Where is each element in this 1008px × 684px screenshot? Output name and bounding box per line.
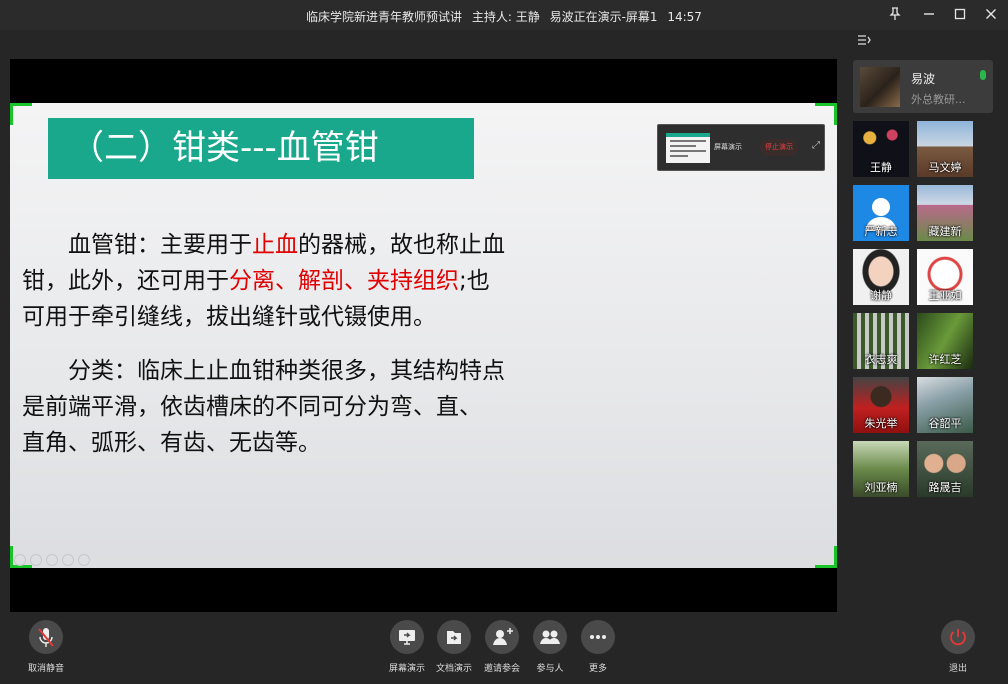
document-share-icon: [447, 631, 461, 644]
text-run: 血管钳：主要用于: [22, 232, 252, 258]
slide-controls: [14, 551, 94, 566]
presenter-org: 外总教研...: [911, 93, 966, 106]
unmute-label: 取消静音: [27, 664, 64, 674]
meeting-title: 临床学院新进青年教师预试讲: [306, 10, 463, 24]
shared-screen: （二）钳类---血管钳 血管钳：主要用于止血的器械，故也称止血 钳，此外，还可用…: [10, 59, 837, 612]
pen-icon[interactable]: [46, 554, 58, 566]
stop-presenting-button[interactable]: 停止演示: [760, 139, 798, 156]
slide-next-icon[interactable]: [30, 554, 42, 566]
participant-tile[interactable]: 谷韶平: [917, 377, 973, 433]
participant-sidebar: 易波 外总教研... 王静 马文婷 严新志 藏建新 谢静 王亚如 衣志爽 许红芝: [845, 30, 1008, 620]
participant-list-icon[interactable]: [857, 34, 871, 50]
add-user-icon: [493, 628, 513, 645]
participant-name: 马文婷: [928, 161, 962, 174]
participant-name: 藏建新: [928, 225, 962, 238]
participant-tile[interactable]: 朱光举: [853, 377, 909, 433]
participant-tile[interactable]: 王亚如: [917, 249, 973, 305]
more-icon: [590, 635, 606, 639]
participant-tile[interactable]: 衣志爽: [853, 313, 909, 369]
highlight-text: 分离、解剖、夹持组织: [229, 268, 459, 294]
slide-prev-icon[interactable]: [14, 554, 26, 566]
highlight-text: 止血: [252, 232, 298, 258]
participant-name: 朱光举: [864, 417, 898, 430]
participant-name: 许红芝: [928, 353, 962, 366]
participant-tile[interactable]: 严新志: [853, 185, 909, 241]
participant-tile[interactable]: 王静: [853, 121, 909, 177]
participant-name: 谷韶平: [928, 417, 962, 430]
participant-tile[interactable]: 刘亚楠: [853, 441, 909, 497]
mic-active-icon: [980, 70, 986, 80]
participant-name: 衣志爽: [864, 353, 898, 366]
host-label: 主持人: 王静: [471, 10, 540, 24]
clock: 14:57: [667, 10, 702, 24]
text-run: 是前端平滑，依齿槽床的不同可分为弯、直、: [22, 394, 482, 420]
participant-name: 王亚如: [928, 289, 962, 302]
text-run: 分类：临床上止血钳种类很多，其结构特点: [22, 358, 505, 384]
participant-name: 严新志: [864, 225, 898, 238]
leave-meeting-button[interactable]: 退出: [928, 620, 988, 674]
participant-tile[interactable]: 谢静: [853, 249, 909, 305]
preview-label: 屏幕演示: [714, 143, 742, 151]
text-run: 的器械，故也称止血: [298, 232, 505, 258]
slide-more-icon[interactable]: [78, 554, 90, 566]
presenter-name: 易波: [911, 72, 936, 86]
meeting-toolbar: 取消静音 屏幕演示 文档演示 邀请参会 参与人 更多 退出: [0, 612, 1008, 684]
title-bar: 临床学院新进青年教师预试讲 主持人: 王静 易波正在演示-屏幕1 14:57: [0, 0, 1008, 30]
preview-thumbnail: [666, 133, 710, 163]
text-run: ;也: [459, 268, 490, 294]
avatar: [860, 67, 900, 107]
minimize-icon[interactable]: [918, 4, 940, 24]
participant-tile[interactable]: 藏建新: [917, 185, 973, 241]
expand-icon[interactable]: ⤢: [812, 140, 820, 151]
frame-corner: [10, 103, 32, 125]
close-icon[interactable]: [980, 4, 1002, 24]
text-run: 可用于牵引缝线，拔出缝针或代镊使用。: [22, 304, 436, 330]
slide-grid-icon[interactable]: [62, 554, 74, 566]
window-title: 临床学院新进青年教师预试讲 主持人: 王静 易波正在演示-屏幕1 14:57: [0, 8, 1008, 25]
mic-muted-icon: [38, 628, 54, 647]
participant-tile[interactable]: 马文婷: [917, 121, 973, 177]
unmute-button[interactable]: 取消静音: [16, 620, 76, 674]
text-run: 钳，此外，还可用于: [22, 268, 229, 294]
more-label: 更多: [588, 664, 607, 674]
presentation-preview-panel[interactable]: 屏幕演示 停止演示 ⤢: [657, 124, 825, 171]
presentation-slide: （二）钳类---血管钳 血管钳：主要用于止血的器械，故也称止血 钳，此外，还可用…: [10, 103, 837, 568]
screen-share-icon: [399, 630, 415, 645]
slide-title: （二）钳类---血管钳: [48, 118, 474, 179]
pin-icon[interactable]: [884, 4, 906, 24]
meeting-window: 临床学院新进青年教师预试讲 主持人: 王静 易波正在演示-屏幕1 14:57 （…: [0, 0, 1008, 684]
presenting-status: 易波正在演示-屏幕1: [549, 10, 658, 24]
participant-name: 路晟吉: [928, 481, 962, 494]
frame-corner: [815, 546, 837, 568]
slide-paragraph-description: 血管钳：主要用于止血的器械，故也称止血 钳，此外，还可用于分离、解剖、夹持组织;…: [22, 227, 582, 335]
participant-name: 谢静: [870, 289, 892, 302]
maximize-icon[interactable]: [949, 4, 971, 24]
presenter-card[interactable]: 易波 外总教研...: [853, 60, 993, 113]
participant-tile[interactable]: 许红芝: [917, 313, 973, 369]
frame-corner: [815, 103, 837, 125]
more-button[interactable]: 更多: [568, 620, 628, 674]
participant-name: 王静: [870, 161, 892, 174]
text-run: 直角、弧形、有齿、无齿等。: [22, 430, 321, 456]
participants-icon: [540, 630, 560, 644]
participant-name: 刘亚楠: [864, 481, 898, 494]
power-icon: [950, 629, 966, 646]
participant-tile[interactable]: 路晟吉: [917, 441, 973, 497]
leave-label: 退出: [948, 664, 967, 674]
slide-paragraph-classification: 分类：临床上止血钳种类很多，其结构特点 是前端平滑，依齿槽床的不同可分为弯、直、…: [22, 353, 582, 461]
